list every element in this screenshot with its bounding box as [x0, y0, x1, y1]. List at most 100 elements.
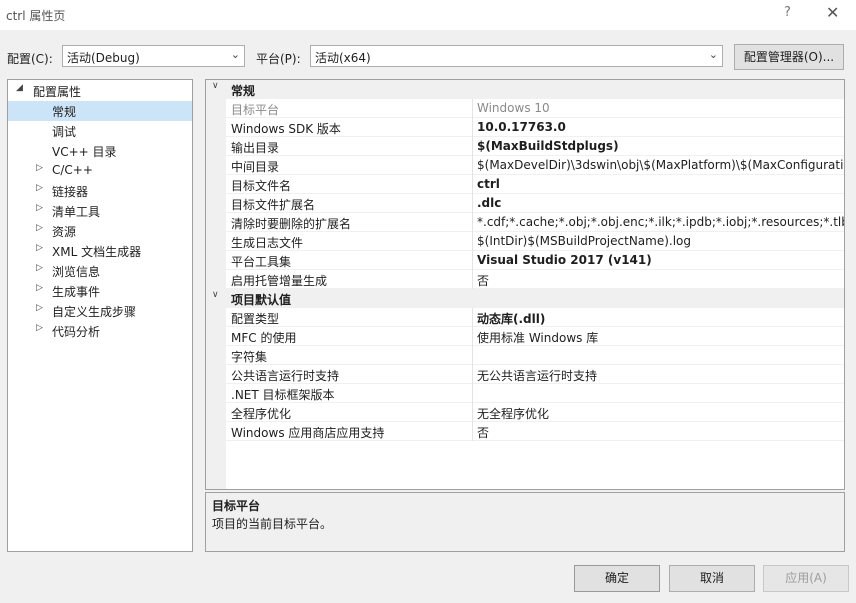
column-divider: [472, 365, 473, 384]
grid-category[interactable]: ∨ 项目默认值: [206, 289, 844, 308]
property-value[interactable]: 无公共语言运行时支持: [477, 367, 597, 384]
tree-item[interactable]: ▷ 生成事件: [8, 281, 192, 301]
property-name: 输出目录: [231, 141, 280, 155]
grid-row[interactable]: 目标文件名 ctrl: [206, 175, 844, 194]
property-name: 目标文件扩展名: [231, 198, 316, 212]
tree-item[interactable]: ▷ 代码分析: [8, 321, 192, 341]
grid-row[interactable]: 目标文件扩展名 .dlc: [206, 194, 844, 213]
tree-item[interactable]: 常规: [8, 101, 192, 121]
column-divider: [472, 232, 473, 251]
tree-item[interactable]: VC++ 目录: [8, 141, 192, 161]
close-icon[interactable]: ✕: [826, 3, 839, 22]
property-value[interactable]: 无全程序优化: [477, 405, 549, 422]
property-name: .NET 目标框架版本: [231, 388, 335, 402]
grid-row[interactable]: Windows 应用商店应用支持 否: [206, 422, 844, 441]
column-divider: [472, 422, 473, 441]
description-panel: 目标平台 项目的当前目标平台。: [205, 492, 845, 552]
grid-row[interactable]: Windows SDK 版本 10.0.17763.0: [206, 118, 844, 137]
apply-button[interactable]: 应用(A): [763, 565, 849, 592]
triangle-right-icon[interactable]: ▷: [36, 183, 43, 193]
grid-row[interactable]: 中间目录 $(MaxDevelDir)\3dswin\obj\$(MaxPlatf…: [206, 156, 844, 175]
triangle-down-icon[interactable]: ◢: [16, 83, 23, 93]
property-name: 启用托管增量生成: [231, 274, 328, 288]
tree-item-label: 资源: [52, 225, 77, 239]
ok-button[interactable]: 确定: [574, 565, 660, 592]
grid-row[interactable]: 平台工具集 Visual Studio 2017 (v141): [206, 251, 844, 270]
grid-row[interactable]: 配置类型 动态库(.dll): [206, 308, 844, 327]
property-value[interactable]: 10.0.17763.0: [477, 120, 566, 134]
triangle-right-icon[interactable]: ▷: [36, 163, 43, 173]
property-tree: ◢ 配置属性 常规 调试 VC++ 目录 ▷ C/C++ ▷ 链接器 ▷ 清单工具 ▷ 资源 ▷ XML…: [7, 79, 193, 552]
property-value[interactable]: Visual Studio 2017 (v141): [477, 253, 652, 267]
column-divider: [472, 270, 473, 289]
triangle-right-icon[interactable]: ▷: [36, 203, 43, 213]
column-divider: [472, 137, 473, 156]
property-name: 全程序优化: [231, 407, 292, 421]
grid-row[interactable]: MFC 的使用 使用标准 Windows 库: [206, 327, 844, 346]
column-divider: [472, 99, 473, 118]
property-name: 清除时要删除的扩展名: [231, 217, 352, 231]
grid-row[interactable]: 目标平台 Windows 10: [206, 99, 844, 118]
chevron-down-icon: ⌄: [708, 48, 718, 61]
property-name: 平台工具集: [231, 255, 292, 269]
triangle-right-icon[interactable]: ▷: [36, 223, 43, 233]
tree-item[interactable]: ▷ 资源: [8, 221, 192, 241]
property-value[interactable]: 使用标准 Windows 库: [477, 329, 598, 346]
tree-item-label: 常规: [52, 105, 77, 119]
tree-item[interactable]: 调试: [8, 121, 192, 141]
property-grid: ∨ 常规目标平台 Windows 10 Windows SDK 版本 10.0.1776…: [205, 79, 845, 490]
help-button[interactable]: ?: [784, 5, 791, 20]
property-value[interactable]: *.cdf;*.cache;*.obj;*.obj.enc;*.ilk;*.ip…: [477, 215, 844, 229]
property-value[interactable]: $(MaxDevelDir)\3dswin\obj\$(MaxPlatform)…: [477, 158, 844, 172]
grid-row[interactable]: .NET 目标框架版本: [206, 384, 844, 403]
property-value[interactable]: .dlc: [477, 196, 501, 210]
chevron-down-icon[interactable]: ∨: [212, 290, 219, 300]
property-value[interactable]: 动态库(.dll): [477, 310, 545, 327]
tree-item-label: 浏览信息: [52, 265, 101, 279]
chevron-down-icon[interactable]: ∨: [212, 81, 219, 91]
platform-dropdown[interactable]: 活动(x64) ⌄: [310, 45, 723, 67]
tree-item[interactable]: ▷ C/C++: [8, 161, 192, 181]
triangle-right-icon[interactable]: ▷: [36, 303, 43, 313]
tree-root-label: 配置属性: [33, 85, 82, 99]
tree-item[interactable]: ▷ 自定义生成步骤: [8, 301, 192, 321]
config-dropdown[interactable]: 活动(Debug) ⌄: [62, 45, 245, 67]
tree-item[interactable]: ▷ 链接器: [8, 181, 192, 201]
grid-row[interactable]: 启用托管增量生成 否: [206, 270, 844, 289]
property-value[interactable]: Windows 10: [477, 101, 550, 115]
tree-item[interactable]: ▷ XML 文档生成器: [8, 241, 192, 261]
config-manager-button[interactable]: 配置管理器(O)...: [734, 44, 844, 70]
tree-item-label: 清单工具: [52, 205, 101, 219]
property-name: MFC 的使用: [231, 331, 297, 345]
tree-item-label: C/C++: [52, 163, 93, 177]
property-value[interactable]: ctrl: [477, 177, 500, 191]
grid-category-title: 项目默认值: [231, 293, 292, 307]
tree-item[interactable]: ▷ 清单工具: [8, 201, 192, 221]
column-divider: [472, 213, 473, 232]
grid-row[interactable]: 输出目录 $(MaxBuildStdplugs): [206, 137, 844, 156]
column-divider: [472, 156, 473, 175]
grid-row[interactable]: 生成日志文件 $(IntDir)$(MSBuildProjectName).log: [206, 232, 844, 251]
grid-row[interactable]: 公共语言运行时支持 无公共语言运行时支持: [206, 365, 844, 384]
grid-row[interactable]: 字符集: [206, 346, 844, 365]
property-value[interactable]: 否: [477, 424, 489, 441]
property-value[interactable]: 否: [477, 272, 489, 289]
triangle-right-icon[interactable]: ▷: [36, 243, 43, 253]
tree-root[interactable]: ◢ 配置属性: [8, 81, 192, 101]
triangle-right-icon[interactable]: ▷: [36, 283, 43, 293]
triangle-right-icon[interactable]: ▷: [36, 323, 43, 333]
tree-item[interactable]: ▷ 浏览信息: [8, 261, 192, 281]
grid-row[interactable]: 清除时要删除的扩展名 *.cdf;*.cache;*.obj;*.obj.enc;…: [206, 213, 844, 232]
property-value[interactable]: $(IntDir)$(MSBuildProjectName).log: [477, 234, 691, 248]
title-bar: ctrl 属性页 ? ✕: [0, 0, 856, 30]
tree-item-label: 调试: [52, 125, 77, 139]
property-name: Windows 应用商店应用支持: [231, 426, 385, 440]
property-name: 目标平台: [231, 103, 280, 117]
property-value[interactable]: $(MaxBuildStdplugs): [477, 139, 619, 153]
grid-category-title: 常规: [231, 84, 256, 98]
triangle-right-icon[interactable]: ▷: [36, 263, 43, 273]
tree-item-label: VC++ 目录: [52, 145, 117, 159]
grid-category[interactable]: ∨ 常规: [206, 80, 844, 99]
cancel-button[interactable]: 取消: [669, 565, 755, 592]
grid-row[interactable]: 全程序优化 无全程序优化: [206, 403, 844, 422]
